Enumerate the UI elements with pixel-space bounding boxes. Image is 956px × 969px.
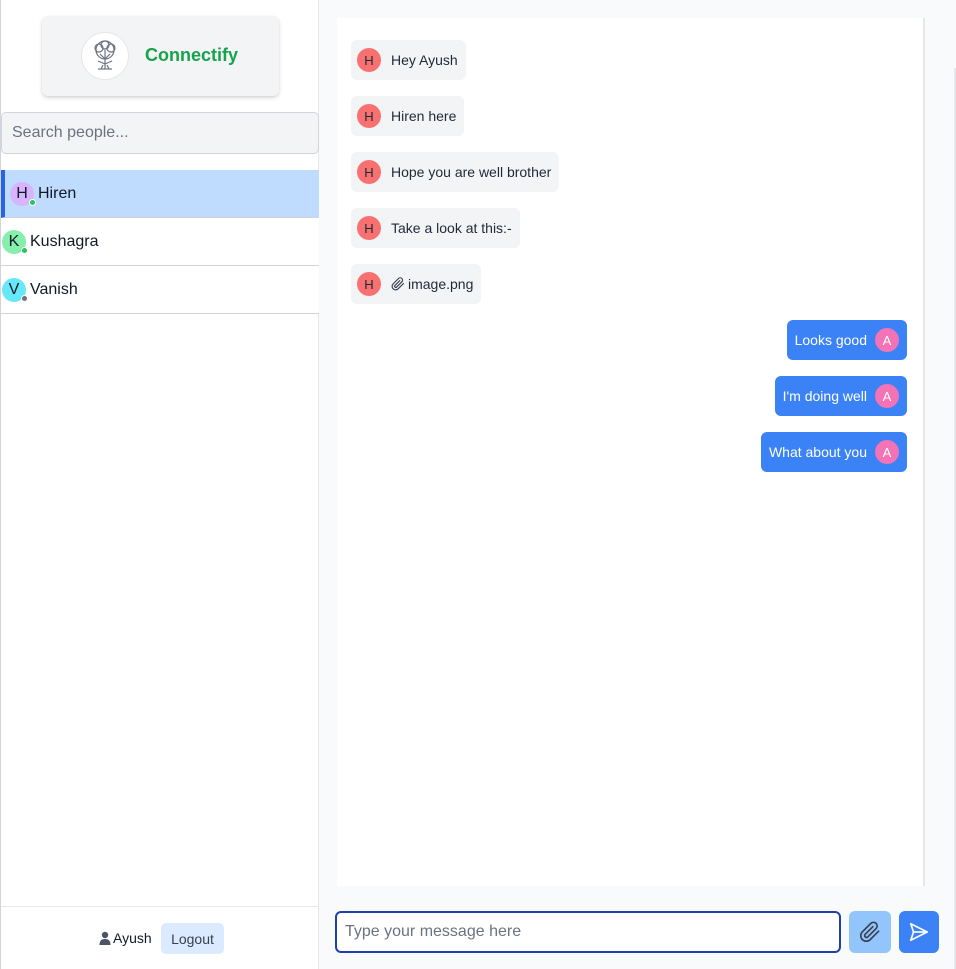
user-item-kushagra[interactable]: K Kushagra [1,218,319,266]
user-name: Kushagra [30,232,99,250]
chat-main: H Hey Ayush H Hiren here H Hope you are … [319,0,956,969]
message-outgoing: Looks good A [786,320,907,360]
sidebar: Connectify H Hiren K Kushagra V Vanish [0,0,319,969]
message-incoming: H Hiren here [351,96,465,136]
avatar: H [357,216,381,240]
user-list: H Hiren K Kushagra V Vanish [1,170,319,314]
message-outgoing: I'm doing well A [774,376,907,416]
message-text: Hope you are well brother [391,164,552,180]
avatar: H [357,48,381,72]
online-status-icon [21,246,28,254]
user-item-vanish[interactable]: V Vanish [1,266,319,314]
message-outgoing: What about you A [760,432,907,472]
user-icon [99,931,111,945]
message-text: Hey Ayush [391,52,458,68]
message-text: Take a look at this:- [391,220,512,236]
user-name: Hiren [38,184,77,202]
avatar: V [2,277,28,302]
message-incoming: H Hope you are well brother [351,152,560,192]
message-list[interactable]: H Hey Ayush H Hiren here H Hope you are … [337,18,925,886]
user-item-hiren[interactable]: H Hiren [1,170,319,218]
offline-status-icon [21,294,28,302]
message-incoming: H Take a look at this:- [351,208,520,248]
send-button[interactable] [899,911,939,953]
current-user: Ayush [99,930,152,946]
tree-logo-icon [81,32,129,80]
avatar: K [2,229,28,254]
avatar: H [357,104,381,128]
sidebar-footer: Ayush Logout [1,906,319,969]
avatar: A [875,440,899,464]
online-status-icon [29,198,36,206]
avatar-initial: H [16,184,28,202]
avatar: A [875,384,899,408]
avatar-initial: K [8,232,20,250]
paperclip-icon [859,921,880,943]
avatar: A [875,328,899,352]
avatar: H [357,160,381,184]
attach-button[interactable] [849,911,891,953]
avatar: H [357,272,381,296]
current-username: Ayush [113,930,152,946]
paperclip-icon [391,277,405,291]
attachment-link[interactable]: image.png [408,276,473,292]
logout-button[interactable]: Logout [161,923,224,954]
message-text: Looks good [794,332,867,348]
search-input[interactable] [1,112,319,154]
avatar: H [10,181,36,206]
brand-card: Connectify [42,16,279,96]
message-text: I'm doing well [782,388,867,404]
user-name: Vanish [30,280,78,298]
send-icon [909,922,929,942]
avatar-initial: V [8,280,20,298]
message-text: What about you [768,444,867,460]
message-input[interactable] [335,911,841,953]
message-text: Hiren here [391,108,457,124]
brand-name: Connectify [145,45,239,65]
message-incoming: H Hey Ayush [351,40,466,80]
message-attachment[interactable]: H image.png [351,264,482,304]
